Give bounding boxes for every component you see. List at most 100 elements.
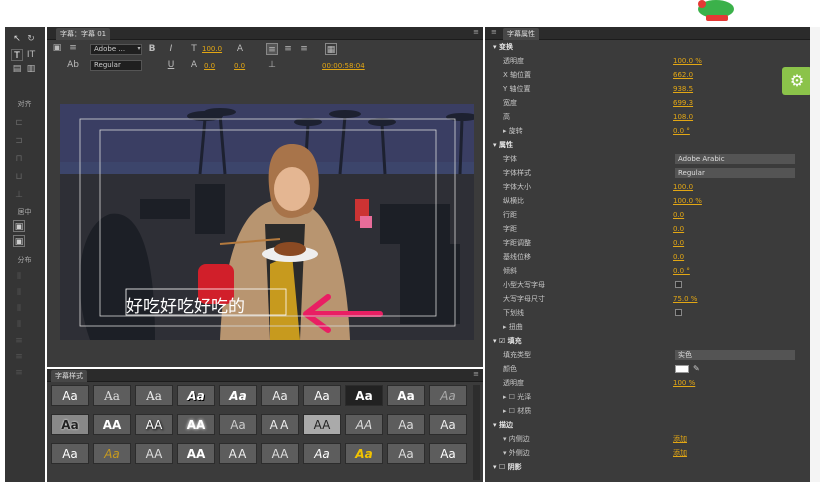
property-value[interactable]: 100 % xyxy=(673,377,695,389)
center-vertical-icon[interactable]: ▣ xyxy=(13,235,25,247)
distribute-left-icon[interactable]: ⫴ xyxy=(13,271,25,283)
style-swatch[interactable]: Aa xyxy=(429,443,467,464)
align-left-text-icon[interactable]: ≡ xyxy=(266,43,278,55)
property-value[interactable]: 662.0 xyxy=(673,69,693,81)
rotate-tool-icon[interactable]: ↻ xyxy=(25,33,37,45)
property-value[interactable]: 108.0 xyxy=(673,111,693,123)
tab-title-styles[interactable]: 字幕样式 xyxy=(51,370,87,382)
property-value[interactable]: 699.3 xyxy=(673,97,693,109)
type-tool-icon[interactable]: T xyxy=(11,49,23,61)
styles-scrollbar[interactable] xyxy=(473,385,480,480)
property-value[interactable]: 75.0 % xyxy=(673,293,697,305)
style-swatch[interactable]: Aa xyxy=(93,443,131,464)
leading-value[interactable]: 0.0 xyxy=(234,62,245,70)
styles-menu-icon[interactable]: ≡ xyxy=(473,370,479,378)
property-row[interactable]: ▾ 变换 xyxy=(493,41,810,53)
style-swatch[interactable]: Aa xyxy=(303,385,341,406)
style-swatch[interactable]: AA xyxy=(219,443,257,464)
style-swatch[interactable]: Aa xyxy=(387,414,425,435)
roll-crawl-icon[interactable]: ≡ xyxy=(67,42,79,54)
style-swatch[interactable]: Aa xyxy=(219,385,257,406)
properties-menu-icon[interactable]: ≡ xyxy=(491,28,497,36)
font-size-value[interactable]: 100.0 xyxy=(202,45,222,53)
bold-icon[interactable]: B xyxy=(146,43,158,55)
distribute-bottom-icon[interactable]: ≡ xyxy=(13,367,25,379)
property-value[interactable]: 100.0 xyxy=(673,181,693,193)
style-swatch[interactable]: Aa xyxy=(345,443,383,464)
style-swatch[interactable]: AA xyxy=(177,414,215,435)
style-swatch[interactable]: Aa xyxy=(51,443,89,464)
property-dropdown[interactable]: Regular xyxy=(675,168,795,178)
tab-title-01[interactable]: 字幕：字幕 01 xyxy=(56,28,111,40)
property-value[interactable]: 添加 xyxy=(673,433,687,445)
style-swatch[interactable]: Aa xyxy=(303,443,341,464)
floating-settings-widget[interactable]: ⚙ xyxy=(782,67,812,95)
style-swatch[interactable]: AA xyxy=(261,443,299,464)
property-value[interactable]: 添加 xyxy=(673,447,687,459)
property-value[interactable]: 0.0 ° xyxy=(673,265,690,277)
distribute-right-icon[interactable]: ⫴ xyxy=(13,303,25,315)
align-bottom-icon[interactable]: ⊥ xyxy=(13,189,25,201)
property-dropdown[interactable]: 实色 xyxy=(675,350,795,360)
font-size-icon[interactable]: T xyxy=(188,43,200,55)
timecode-value[interactable]: 00:00:58:04 xyxy=(322,62,365,70)
property-dropdown[interactable]: Adobe Arabic xyxy=(675,154,795,164)
align-middle-icon[interactable]: ⊔ xyxy=(13,171,25,183)
property-row[interactable]: ▾ 描边 xyxy=(493,419,810,431)
area-type-tool-icon[interactable]: ▤ xyxy=(11,63,23,75)
property-row[interactable]: ▾ ☐ 阴影 xyxy=(493,461,810,473)
eyedropper-icon[interactable]: ✎ xyxy=(693,363,700,375)
dropdown-arrow-icon[interactable]: ▾ xyxy=(133,43,145,55)
style-swatch[interactable]: Aa xyxy=(345,385,383,406)
property-row[interactable]: ▾ 属性 xyxy=(493,139,810,151)
style-swatch[interactable]: Aa xyxy=(387,385,425,406)
new-title-icon[interactable]: ▣ xyxy=(51,42,63,54)
align-top-icon[interactable]: ⊓ xyxy=(13,153,25,165)
property-value[interactable]: 100.0 % xyxy=(673,195,702,207)
style-swatch[interactable]: Aa xyxy=(93,385,131,406)
center-horizontal-icon[interactable]: ▣ xyxy=(13,220,25,232)
style-swatch[interactable]: Aa xyxy=(177,385,215,406)
leading-icon[interactable]: A xyxy=(188,59,200,71)
property-checkbox[interactable] xyxy=(675,281,682,288)
subtitle-text[interactable]: 好吃好吃好吃的 xyxy=(126,292,245,317)
style-swatch[interactable]: AA xyxy=(303,414,341,435)
property-value[interactable]: 100.0 % xyxy=(673,55,702,67)
property-value[interactable]: 0.0 xyxy=(673,251,684,263)
style-swatch[interactable]: AA xyxy=(261,414,299,435)
style-swatch[interactable]: AA xyxy=(345,414,383,435)
align-center-text-icon[interactable]: ≡ xyxy=(282,43,294,55)
property-value[interactable]: 938.5 xyxy=(673,83,693,95)
distribute-center-icon[interactable]: ⫴ xyxy=(13,287,25,299)
selection-tool-icon[interactable]: ↖ xyxy=(11,33,23,45)
style-swatch[interactable]: Aa xyxy=(219,414,257,435)
style-swatch[interactable]: Aa xyxy=(387,443,425,464)
underline-icon[interactable]: U xyxy=(165,59,177,71)
video-frame[interactable]: 好吃好吃好吃的 xyxy=(60,104,474,340)
property-row[interactable]: ▾ ☑ 填充 xyxy=(493,335,810,347)
style-swatch[interactable]: Aa xyxy=(51,385,89,406)
show-background-video-icon[interactable]: ▦ xyxy=(325,43,337,55)
property-value[interactable]: 0.0 ° xyxy=(673,125,690,137)
tab-title-properties[interactable]: 字幕属性 xyxy=(503,28,539,40)
gear-icon[interactable]: ⚙ xyxy=(782,67,812,95)
distribute-top-icon[interactable]: ≡ xyxy=(13,335,25,347)
align-left-icon[interactable]: ⊏ xyxy=(13,117,25,129)
property-value[interactable]: 0.0 xyxy=(673,237,684,249)
style-swatch[interactable]: Aa xyxy=(429,385,467,406)
style-swatch[interactable]: Aa xyxy=(261,385,299,406)
distribute-even-icon[interactable]: ⫴ xyxy=(13,319,25,331)
color-swatch[interactable] xyxy=(675,365,689,373)
style-swatch[interactable]: Aa xyxy=(135,385,173,406)
font-style-dropdown[interactable]: Regular xyxy=(90,60,142,71)
vertical-type-tool-icon[interactable]: IT xyxy=(25,49,37,61)
style-swatch[interactable]: AA xyxy=(135,443,173,464)
property-value[interactable]: 0.0 xyxy=(673,223,684,235)
vertical-area-type-tool-icon[interactable]: ▥ xyxy=(25,63,37,75)
style-swatch[interactable]: AA xyxy=(93,414,131,435)
tab-stops-icon[interactable]: ⊥ xyxy=(266,59,278,71)
align-center-icon[interactable]: ⊐ xyxy=(13,135,25,147)
kerning-icon[interactable]: A xyxy=(234,43,246,55)
panel-menu-icon[interactable]: ≡ xyxy=(473,28,479,36)
style-swatch[interactable]: Aa xyxy=(429,414,467,435)
